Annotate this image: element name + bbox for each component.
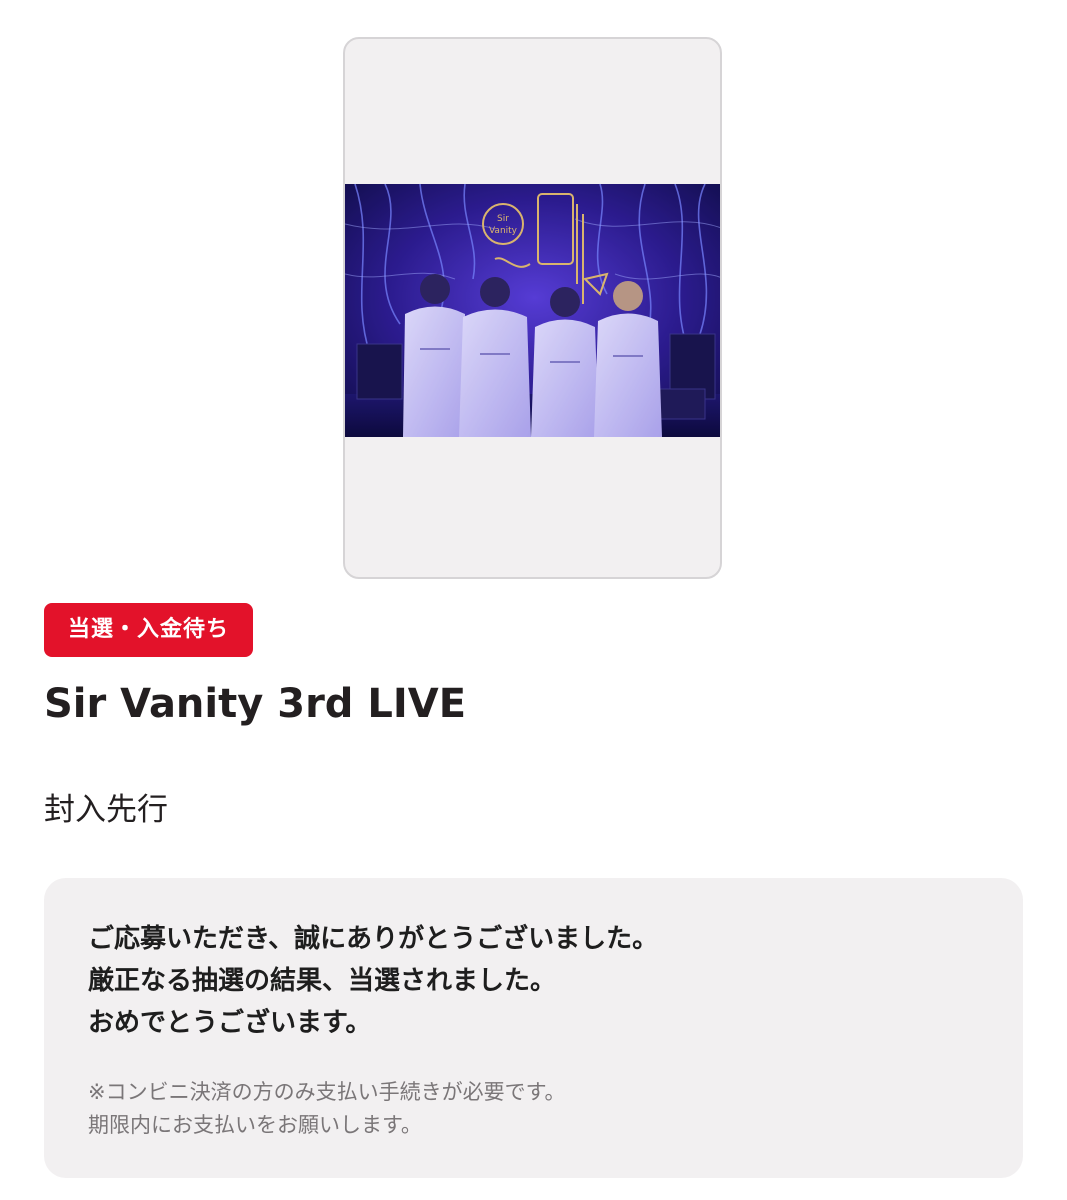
- message-line: ご応募いただき、誠にありがとうございました。: [88, 924, 659, 954]
- artist-photo: Sir Vanity: [345, 184, 720, 437]
- message-line: おめでとうございます。: [88, 1008, 372, 1038]
- lottery-result-message-box: ご応募いただき、誠にありがとうございました。 厳正なる抽選の結果、当選されました…: [44, 878, 1023, 1178]
- message-line: 厳正なる抽選の結果、当選されました。: [88, 966, 557, 996]
- note-line: 期限内にお支払いをお願いします。: [88, 1113, 422, 1137]
- note-line: ※コンビニ決済の方のみ支払い手続きが必要です。: [88, 1080, 566, 1104]
- ticket-image-card[interactable]: Sir Vanity: [343, 37, 722, 579]
- event-title: Sir Vanity 3rd LIVE: [44, 681, 467, 727]
- sale-type-label: 封入先行: [44, 792, 168, 828]
- payment-notes: ※コンビニ決済の方のみ支払い手続きが必要です。 期限内にお支払いをお願いします。: [88, 1076, 979, 1142]
- status-badge: 当選・入金待ち: [44, 603, 254, 657]
